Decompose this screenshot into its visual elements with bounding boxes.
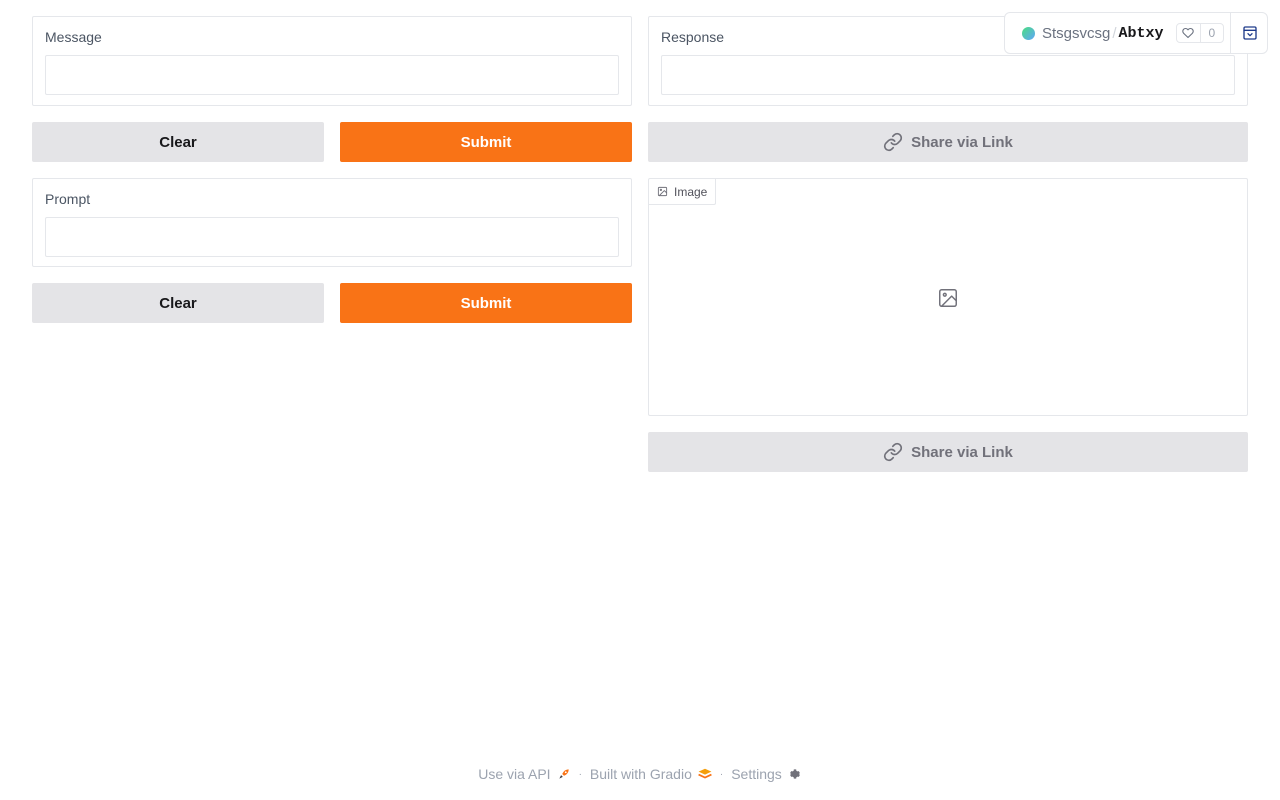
link-icon: [884, 442, 903, 462]
like-count: 0: [1208, 26, 1216, 40]
response-output[interactable]: [661, 55, 1235, 95]
submit-button-1[interactable]: Submit: [340, 122, 632, 162]
space-avatar-icon: [1022, 26, 1035, 40]
clear-button-1[interactable]: Clear: [32, 122, 324, 162]
clear-button-2[interactable]: Clear: [32, 283, 324, 323]
share-via-link-button-1[interactable]: Share via Link: [648, 122, 1248, 162]
use-via-api-link[interactable]: Use via API: [478, 766, 570, 782]
built-with-gradio-label: Built with Gradio: [589, 766, 692, 782]
image-label-tag: Image: [649, 179, 717, 205]
gear-icon: [789, 769, 800, 779]
space-name-link[interactable]: Abtxy: [1119, 25, 1164, 42]
share-via-link-button-2[interactable]: Share via Link: [648, 432, 1248, 472]
message-label: Message: [45, 29, 102, 45]
footer-separator-1: ·: [578, 768, 582, 780]
prompt-label: Prompt: [45, 191, 91, 207]
response-label: Response: [661, 29, 725, 45]
share-via-link-label-1: Share via Link: [911, 133, 1013, 151]
rocket-icon: [558, 769, 569, 779]
settings-label: Settings: [731, 766, 782, 782]
prompt-input[interactable]: [45, 217, 619, 257]
prompt-panel: Prompt: [32, 178, 632, 267]
image-output-panel: Image: [648, 178, 1248, 416]
image-label: Image: [674, 184, 708, 199]
message-panel: Message: [32, 16, 632, 106]
share-via-link-label-2: Share via Link: [911, 443, 1013, 461]
image-placeholder-icon: [939, 289, 957, 307]
submit-button-2[interactable]: Submit: [340, 283, 632, 323]
like-button[interactable]: 0: [1175, 23, 1225, 43]
built-with-gradio-link[interactable]: Built with Gradio: [590, 766, 712, 782]
footer: Use via API · Built with Gradio · Settin…: [0, 764, 1280, 784]
use-via-api-label: Use via API: [478, 766, 551, 782]
link-icon: [884, 132, 903, 152]
heart-icon: [1177, 24, 1201, 42]
gradio-logo-icon: [698, 768, 712, 779]
message-input[interactable]: [45, 55, 619, 95]
space-header-badge: Stsgsvcsg / Abtxy 0: [1004, 12, 1268, 54]
space-separator: /: [1112, 24, 1117, 42]
space-owner-link[interactable]: Stsgsvcsg: [1042, 25, 1110, 42]
footer-separator-2: ·: [719, 768, 724, 780]
collapse-button[interactable]: [1231, 13, 1268, 53]
image-icon: [657, 186, 668, 197]
collapse-icon: [1242, 26, 1257, 40]
settings-link[interactable]: Settings: [731, 766, 802, 782]
